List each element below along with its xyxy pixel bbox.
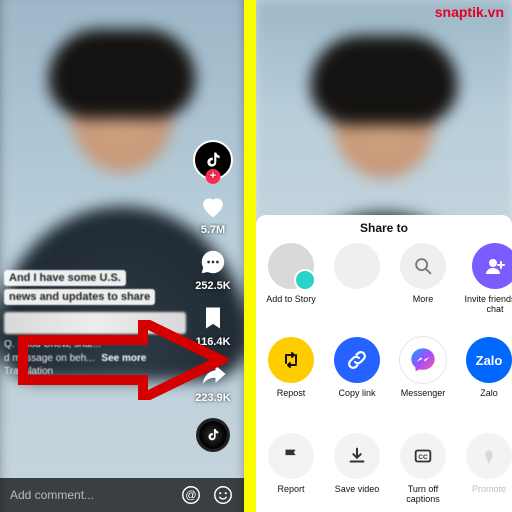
more-contacts-button[interactable]: More <box>394 243 452 315</box>
cell-label: Repost <box>277 389 306 399</box>
creator-avatar[interactable]: + <box>193 140 233 180</box>
svg-text:CC: CC <box>418 454 428 461</box>
copy-link-button[interactable]: Copy link <box>328 337 386 399</box>
share-actions-row: Report Save video CC Turn off captions P… <box>262 433 512 505</box>
share-contacts-row: Add to Story More Invite friends to chat <box>262 243 512 315</box>
cell-label: Zalo <box>480 389 498 399</box>
messenger-icon <box>400 337 446 383</box>
sound-disc[interactable] <box>196 418 230 452</box>
zalo-icon: Zalo <box>466 337 512 383</box>
cell-label: More <box>413 295 434 305</box>
save-video-button[interactable]: Save video <box>328 433 386 505</box>
invite-friends-button[interactable]: Invite friends to chat <box>460 243 512 315</box>
download-icon <box>334 433 380 479</box>
captions-icon: CC <box>400 433 446 479</box>
link-icon <box>334 337 380 383</box>
cell-label: Add to Story <box>266 295 316 305</box>
follow-plus-icon[interactable]: + <box>206 169 221 184</box>
search-icon <box>400 243 446 289</box>
progress-bar[interactable] <box>4 312 186 334</box>
video-caption: And I have some U.S. news and updates to… <box>4 270 186 379</box>
see-more-link[interactable]: See more <box>101 353 146 364</box>
tiktok-icon <box>203 150 223 170</box>
share-sheet: Share to Add to Story More Invite friend… <box>256 215 512 512</box>
save-count: 116.4K <box>196 336 231 348</box>
add-to-story-button[interactable]: Add to Story <box>262 243 320 315</box>
comment-count: 252.5K <box>195 280 230 292</box>
like-count: 5.7M <box>201 224 225 236</box>
like-button[interactable]: 5.7M <box>197 190 229 236</box>
tiktok-icon <box>205 427 221 443</box>
contact-avatar-icon <box>334 243 380 289</box>
caption-line: news and updates to share <box>4 289 155 305</box>
repost-icon <box>268 337 314 383</box>
zalo-button[interactable]: Zalo Zalo <box>460 337 512 399</box>
cell-label: Save video <box>335 485 380 495</box>
comment-button[interactable]: 252.5K <box>195 246 230 292</box>
caption-line: And I have some U.S. <box>4 270 126 286</box>
share-button[interactable]: 223.9K <box>195 358 230 404</box>
mention-icon[interactable]: @ <box>180 484 202 506</box>
watermark-text: snaptik.vn <box>435 4 504 20</box>
cell-label: Report <box>277 485 304 495</box>
share-sheet-pane: Share to Add to Story More Invite friend… <box>256 0 512 512</box>
report-button[interactable]: Report <box>262 433 320 505</box>
comment-input[interactable]: Add comment... <box>10 488 170 502</box>
promote-icon <box>466 433 512 479</box>
messenger-button[interactable]: Messenger <box>394 337 452 399</box>
action-rail: + 5.7M 252.5K 116.4K 223.9K <box>188 140 238 452</box>
pane-divider <box>244 0 256 512</box>
promote-button[interactable]: Promote <box>460 433 512 505</box>
story-avatar-icon <box>268 243 314 289</box>
save-button[interactable]: 116.4K <box>196 302 231 348</box>
share-apps-row: Repost Copy link Messenger Zalo Zalo Fac <box>262 337 512 399</box>
captions-toggle-button[interactable]: CC Turn off captions <box>394 433 452 505</box>
meta-text: d message on beh... <box>4 353 95 364</box>
invite-icon <box>472 243 512 289</box>
cell-label: Promote <box>472 485 506 495</box>
tiktok-feed-pane: + 5.7M 252.5K 116.4K 223.9K <box>0 0 244 512</box>
cell-label: Messenger <box>401 389 446 399</box>
cell-label: Turn off captions <box>394 485 452 505</box>
meta-text: Q. Shou Chew, shar... <box>4 339 101 350</box>
share-count: 223.9K <box>195 392 230 404</box>
contact-button[interactable] <box>328 243 386 315</box>
translation-link[interactable]: Translation <box>4 366 53 377</box>
cell-label: Copy link <box>338 389 375 399</box>
bookmark-icon <box>197 302 229 334</box>
emoji-icon[interactable] <box>212 484 234 506</box>
comment-bar: Add comment... @ <box>0 478 244 512</box>
flag-icon <box>268 433 314 479</box>
sheet-title: Share to <box>256 221 512 235</box>
comment-icon <box>197 246 229 278</box>
share-arrow-icon <box>197 358 229 390</box>
repost-button[interactable]: Repost <box>262 337 320 399</box>
heart-icon <box>197 190 229 222</box>
svg-text:@: @ <box>185 490 196 502</box>
cell-label: Invite friends to chat <box>460 295 512 315</box>
